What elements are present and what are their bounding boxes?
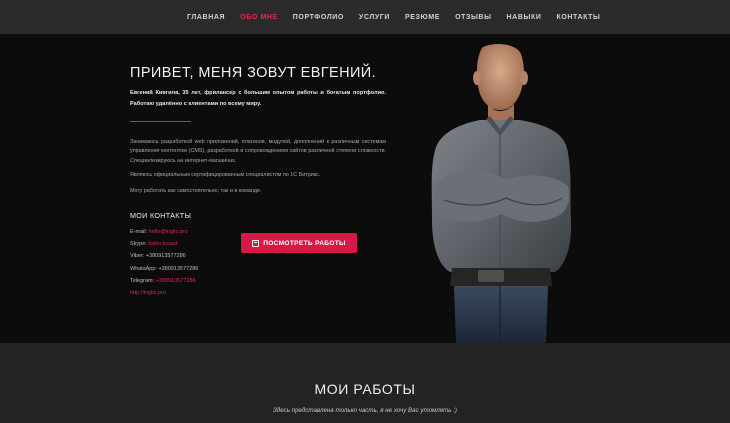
profile-photo bbox=[431, 44, 572, 343]
nav-item-about[interactable]: ОБО МНЕ bbox=[240, 14, 278, 21]
contact-telegram-link[interactable]: +380913577286 bbox=[156, 278, 196, 284]
contact-telegram-label: Telegram: bbox=[130, 277, 155, 284]
contacts-list: E-mail: hello@inglis.pro Skype: kalko.ko… bbox=[130, 226, 198, 299]
contact-email-link[interactable]: hello@inglis.pro bbox=[149, 229, 188, 235]
contact-site-link[interactable]: http://inglis.pro bbox=[130, 290, 166, 296]
view-works-label: ПОСМОТРЕТЬ РАБОТЫ bbox=[263, 239, 346, 247]
nav-item-services[interactable]: УСЛУГИ bbox=[359, 14, 390, 21]
nav-item-skills[interactable]: НАВЫКИ bbox=[507, 14, 542, 21]
contact-whatsapp: WhatsApp: +380913577286 bbox=[130, 263, 198, 275]
nav-item-home[interactable]: ГЛАВНАЯ bbox=[187, 14, 225, 21]
nav-item-contacts[interactable]: КОНТАКТЫ bbox=[556, 14, 600, 21]
works-section: МОИ РАБОТЫ Здесь представлена только час… bbox=[0, 343, 730, 423]
contact-skype-link[interactable]: kalko.kovad bbox=[148, 241, 177, 247]
nav-item-resume[interactable]: РЕЗЮМЕ bbox=[405, 14, 440, 21]
contact-viber-label: Viber: bbox=[130, 253, 145, 260]
contact-whatsapp-value: +380913577286 bbox=[158, 265, 199, 272]
contact-telegram: Telegram: +380913577286 bbox=[130, 275, 198, 287]
hero-title: ПРИВЕТ, МЕНЯ ЗОВУТ ЕВГЕНИЙ. bbox=[130, 65, 377, 81]
contacts-heading: МОИ КОНТАКТЫ bbox=[130, 211, 192, 220]
contact-skype-label: Skype: bbox=[130, 241, 147, 248]
works-title: МОИ РАБОТЫ bbox=[314, 381, 416, 397]
contact-email-label: E-mail: bbox=[130, 229, 148, 235]
about-paragraph-bitrix: Являюсь официальным сертифицированным сп… bbox=[130, 172, 321, 178]
about-paragraph-dev: Занимаюсь разработкой web приложений, пл… bbox=[130, 139, 386, 164]
nav-item-portfolio[interactable]: ПОРТФОЛИО bbox=[293, 14, 344, 21]
contact-site: http://inglis.pro bbox=[130, 287, 198, 299]
nav-item-reviews[interactable]: ОТЗЫВЫ bbox=[455, 14, 491, 21]
hero-intro: Евгений Кивгила, 35 лет, фрилансер с бол… bbox=[130, 90, 386, 107]
contact-email: E-mail: hello@inglis.pro bbox=[130, 226, 198, 238]
top-navigation: ГЛАВНАЯ ОБО МНЕ ПОРТФОЛИО УСЛУГИ РЕЗЮМЕ … bbox=[0, 0, 730, 34]
contact-skype: Skype: kalko.kovad bbox=[130, 238, 198, 250]
portfolio-icon bbox=[252, 239, 260, 247]
nav-menu: ГЛАВНАЯ ОБО МНЕ ПОРТФОЛИО УСЛУГИ РЕЗЮМЕ … bbox=[187, 14, 616, 21]
contact-viber: Viber: +380913577286 bbox=[130, 250, 198, 262]
about-paragraph-team: Могу работать как самостоятельно, так и … bbox=[130, 188, 262, 194]
view-works-button[interactable]: ПОСМОТРЕТЬ РАБОТЫ bbox=[241, 233, 357, 253]
contact-whatsapp-label: WhatsApp: bbox=[130, 265, 157, 272]
contact-viber-value: +380913577286 bbox=[145, 253, 186, 260]
works-subtitle: Здесь представлена только часть, я не хо… bbox=[273, 407, 457, 414]
accent-divider bbox=[130, 121, 191, 122]
